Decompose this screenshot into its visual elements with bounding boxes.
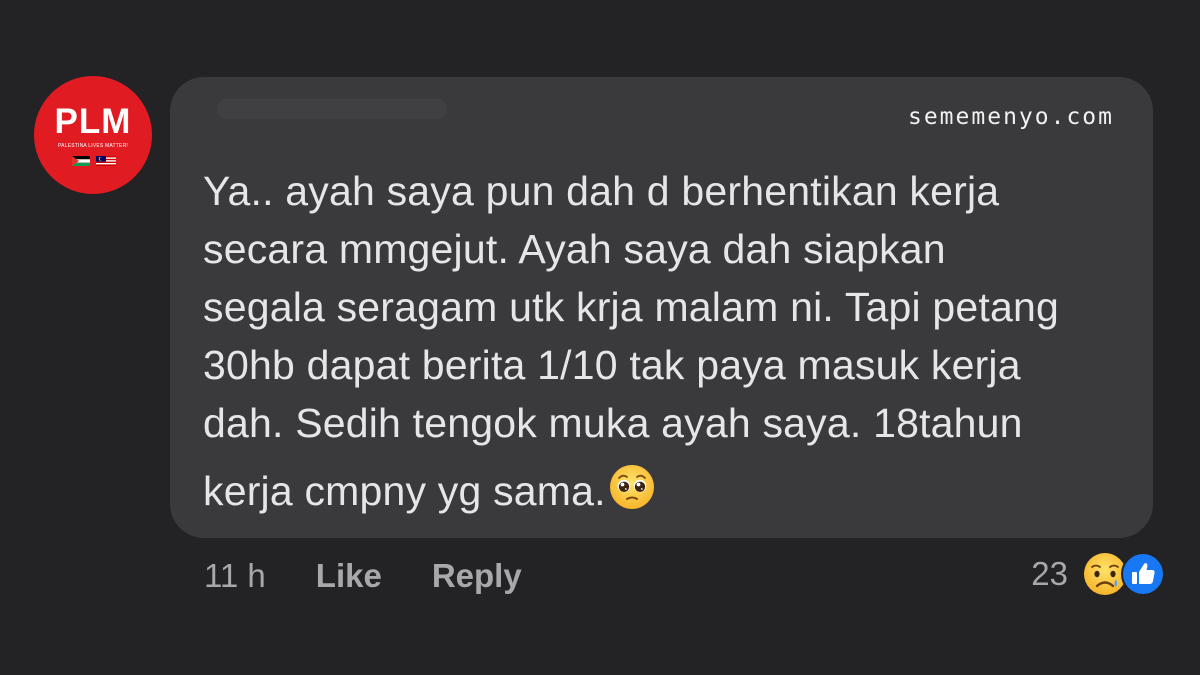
comment-line: 30hb dapat berita 1/10 tak paya masuk ke… bbox=[203, 342, 1021, 388]
pleading-face-emoji bbox=[609, 465, 654, 509]
reaction-count: 23 bbox=[1031, 555, 1068, 592]
comment-line: dah. Sedih tengok muka ayah saya. 18tahu… bbox=[203, 400, 1023, 446]
malaysia-flag-icon bbox=[96, 156, 116, 166]
author-name-blurred bbox=[217, 99, 447, 119]
comment-line: Ya.. ayah saya pun dah d berhentikan ker… bbox=[203, 168, 1000, 214]
comment-line: secara mmgejut. Ayah saya dah siapkan bbox=[203, 226, 946, 272]
comment-screen: PLM Palestina Lives Matter! sem bbox=[0, 0, 1200, 675]
comment-timestamp[interactable]: 11 h bbox=[204, 557, 266, 595]
avatar-tagline: Palestina Lives Matter! bbox=[58, 143, 128, 149]
reaction-summary[interactable]: 23 bbox=[1031, 550, 1166, 598]
watermark: sememenyo.com bbox=[907, 104, 1114, 130]
avatar-flags bbox=[72, 156, 116, 166]
like-button[interactable]: Like bbox=[316, 557, 382, 595]
palestine-flag-icon bbox=[72, 156, 90, 166]
reply-button[interactable]: Reply bbox=[432, 557, 522, 595]
comment-bubble: sememenyo.com Ya.. ayah saya pun dah d b… bbox=[170, 77, 1153, 538]
comment-line-last: kerja cmpny yg sama. bbox=[203, 462, 1133, 520]
like-reaction-icon bbox=[1121, 552, 1165, 596]
avatar[interactable]: PLM Palestina Lives Matter! bbox=[34, 76, 152, 194]
plm-logo-icon: PLM bbox=[54, 102, 132, 141]
comment-line: segala seragam utk krja malam ni. Tapi p… bbox=[203, 284, 1060, 330]
comment-text: Ya.. ayah saya pun dah d berhentikan ker… bbox=[203, 162, 1133, 520]
comment-actions: 11 h Like Reply bbox=[204, 554, 572, 598]
comment-line-text: kerja cmpny yg sama. bbox=[203, 468, 606, 514]
